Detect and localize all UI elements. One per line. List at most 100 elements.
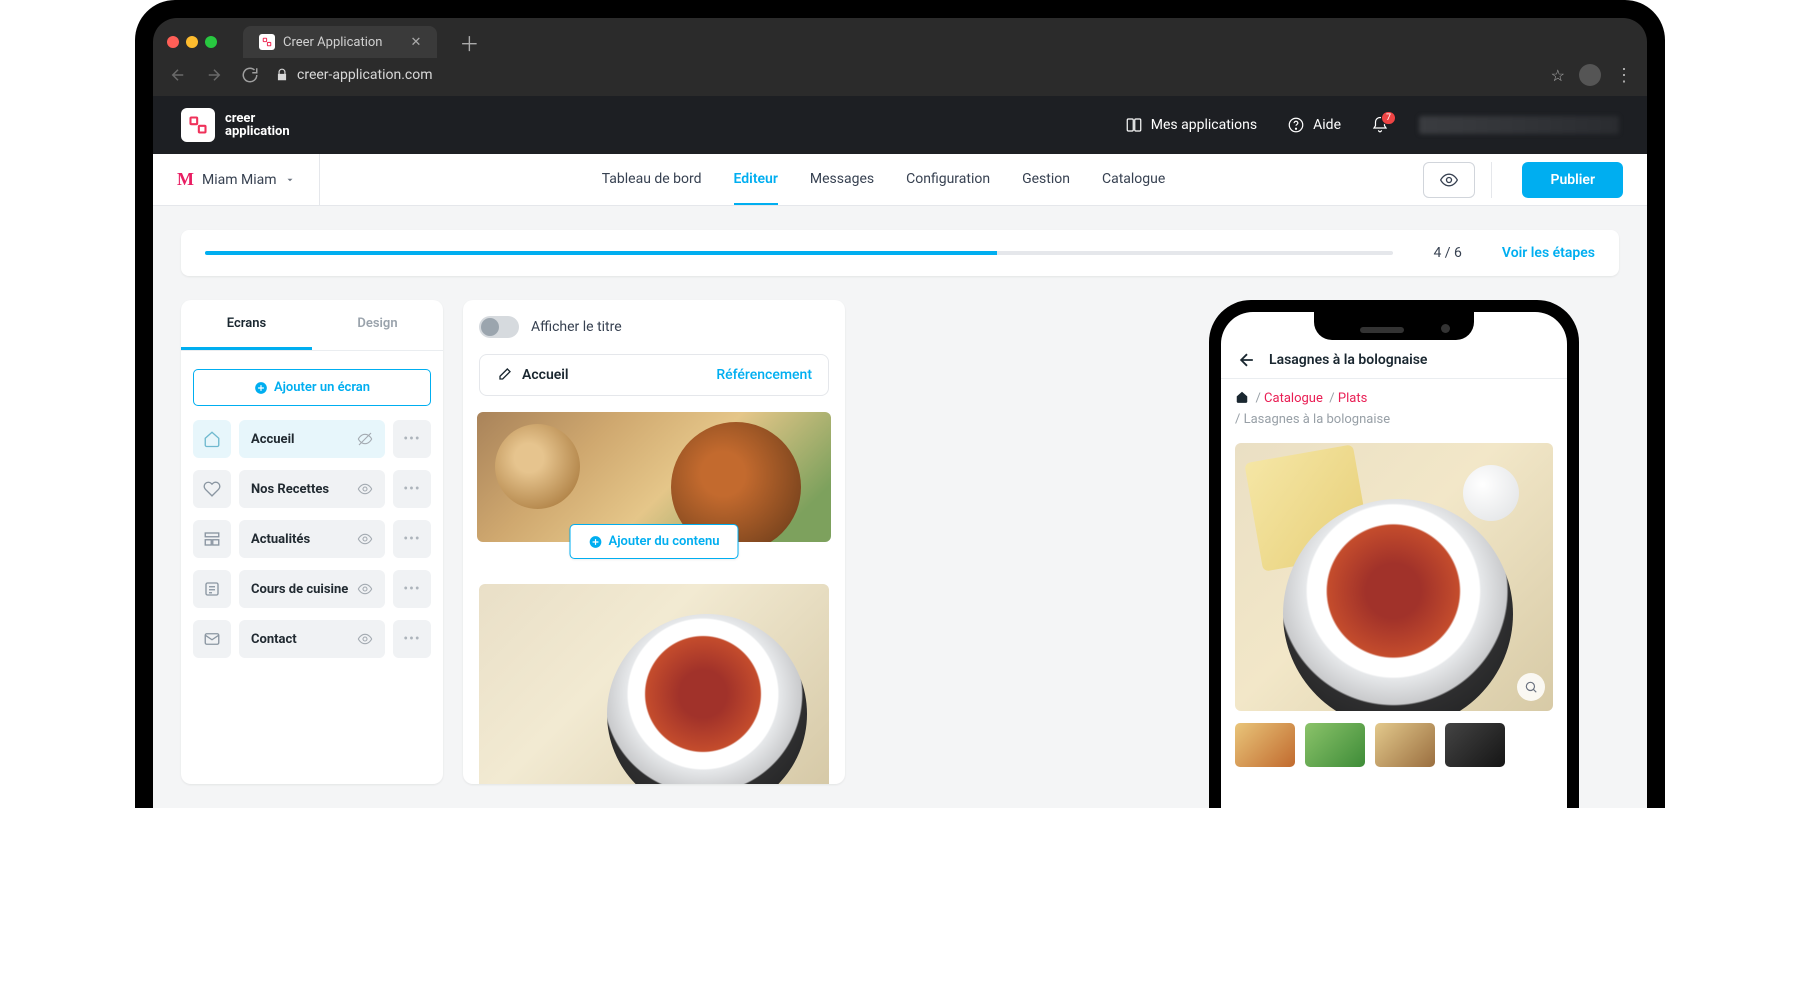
tab-dashboard[interactable]: Tableau de bord	[602, 155, 702, 205]
home-icon[interactable]	[1235, 390, 1249, 404]
article-icon	[193, 570, 231, 608]
zoom-icon[interactable]	[1517, 673, 1545, 701]
layout-icon	[193, 520, 231, 558]
new-tab-button[interactable]: ＋	[459, 28, 479, 57]
crumb-catalogue[interactable]: Catalogue	[1264, 391, 1323, 406]
preview-button[interactable]	[1423, 162, 1475, 198]
progress-count: 4 / 6	[1433, 245, 1461, 261]
breadcrumb: / Catalogue / Plats / Lasagnes à la bolo…	[1221, 379, 1567, 437]
notifications-button[interactable]: 7	[1371, 116, 1389, 134]
laptop-frame: Creer Application ✕ ＋ creer-application.…	[135, 0, 1665, 808]
progress-link[interactable]: Voir les étapes	[1502, 245, 1595, 261]
screen-more-button[interactable]: •••	[393, 420, 431, 458]
app-header: creer application Mes applications Aide …	[153, 96, 1647, 154]
tab-catalog[interactable]: Catalogue	[1102, 155, 1165, 205]
url-text: creer-application.com	[297, 67, 432, 83]
add-content-label: Ajouter du contenu	[609, 534, 720, 549]
screen-more-button[interactable]: •••	[393, 620, 431, 658]
help-label: Aide	[1313, 117, 1341, 133]
tab-manage[interactable]: Gestion	[1022, 155, 1070, 205]
crumb-plats[interactable]: Plats	[1338, 391, 1367, 406]
tab-config[interactable]: Configuration	[906, 155, 990, 205]
close-window-icon[interactable]	[167, 36, 179, 48]
seo-link[interactable]: Référencement	[716, 367, 812, 383]
home-icon	[193, 420, 231, 458]
plus-circle-icon	[589, 535, 603, 549]
screen-item-contact[interactable]: Contact •••	[193, 620, 431, 658]
forward-button[interactable]	[203, 64, 225, 86]
phone-title: Lasagnes à la bolognaise	[1269, 352, 1427, 368]
tab-messages[interactable]: Messages	[810, 155, 874, 205]
back-arrow-icon[interactable]	[1237, 350, 1257, 370]
screen-item-recettes[interactable]: Nos Recettes •••	[193, 470, 431, 508]
thumbnail[interactable]	[1305, 723, 1365, 767]
screen-item-cours[interactable]: Cours de cuisine •••	[193, 570, 431, 608]
screen-label: Nos Recettes	[251, 482, 329, 497]
eye-icon[interactable]	[357, 531, 373, 547]
app-name: Miam Miam	[202, 172, 277, 188]
sidebar-tab-ecrans[interactable]: Ecrans	[181, 300, 312, 350]
main-nav: M Miam Miam Tableau de bord Editeur Mess…	[153, 154, 1647, 206]
hero-image[interactable]	[477, 412, 831, 542]
maximize-window-icon[interactable]	[205, 36, 217, 48]
star-icon[interactable]: ☆	[1551, 66, 1565, 85]
help-icon	[1287, 116, 1305, 134]
eye-icon	[1439, 170, 1459, 190]
title-text: Accueil	[522, 367, 569, 383]
sidebar-tab-design[interactable]: Design	[312, 300, 443, 350]
my-apps-label: Mes applications	[1151, 117, 1257, 133]
screen-label: Accueil	[251, 432, 294, 447]
content-image[interactable]	[479, 584, 829, 784]
product-image[interactable]	[1235, 443, 1553, 711]
screen-title-bar: Accueil Référencement	[479, 354, 829, 396]
screen-label: Cours de cuisine	[251, 582, 348, 597]
screen-more-button[interactable]: •••	[393, 470, 431, 508]
browser-toolbar: creer-application.com ☆ ⋮	[153, 58, 1647, 96]
browser-more-icon[interactable]: ⋮	[1615, 65, 1633, 86]
app-switcher[interactable]: M Miam Miam	[177, 169, 295, 190]
screen-item-accueil[interactable]: Accueil •••	[193, 420, 431, 458]
thumbnail[interactable]	[1445, 723, 1505, 767]
address-bar[interactable]: creer-application.com	[275, 67, 1537, 83]
logo-icon	[181, 108, 215, 142]
user-email[interactable]	[1419, 116, 1619, 134]
phone-notch	[1314, 312, 1474, 340]
app-logo[interactable]: creer application	[181, 108, 290, 142]
minimize-window-icon[interactable]	[186, 36, 198, 48]
crumb-current: Lasagnes à la bolognaise	[1244, 412, 1391, 427]
add-content-button[interactable]: Ajouter du contenu	[570, 524, 739, 559]
editor-panel: Afficher le titre Accueil Référencement	[463, 300, 845, 784]
profile-avatar[interactable]	[1579, 64, 1601, 86]
reload-button[interactable]	[239, 64, 261, 86]
add-screen-label: Ajouter un écran	[274, 380, 370, 395]
eye-icon[interactable]	[357, 481, 373, 497]
help-link[interactable]: Aide	[1287, 116, 1341, 134]
tab-close-icon[interactable]: ✕	[410, 35, 421, 50]
thumbnail[interactable]	[1375, 723, 1435, 767]
notification-badge: 7	[1381, 111, 1396, 125]
toggle-label: Afficher le titre	[531, 319, 622, 335]
thumbnail[interactable]	[1235, 723, 1295, 767]
thumbnail-strip	[1221, 717, 1567, 767]
chevron-down-icon	[285, 175, 295, 185]
heart-icon	[193, 470, 231, 508]
screen-more-button[interactable]: •••	[393, 520, 431, 558]
edit-icon[interactable]	[496, 367, 512, 383]
toggle-title-switch[interactable]	[479, 316, 519, 338]
screen-label: Contact	[251, 632, 297, 647]
eye-icon[interactable]	[357, 581, 373, 597]
eye-off-icon[interactable]	[357, 431, 373, 447]
window-controls	[167, 36, 217, 48]
screen-label: Actualités	[251, 532, 310, 547]
add-screen-button[interactable]: Ajouter un écran	[193, 369, 431, 406]
screen-item-actualites[interactable]: Actualités •••	[193, 520, 431, 558]
my-apps-link[interactable]: Mes applications	[1125, 116, 1257, 134]
browser-tab[interactable]: Creer Application ✕	[243, 26, 437, 58]
tab-editor[interactable]: Editeur	[734, 155, 778, 205]
back-button[interactable]	[167, 64, 189, 86]
eye-icon[interactable]	[357, 631, 373, 647]
screen-more-button[interactable]: •••	[393, 570, 431, 608]
publish-button[interactable]: Publier	[1522, 162, 1623, 198]
browser-tabbar: Creer Application ✕ ＋	[153, 18, 1647, 58]
app-logo-icon: M	[177, 169, 194, 190]
